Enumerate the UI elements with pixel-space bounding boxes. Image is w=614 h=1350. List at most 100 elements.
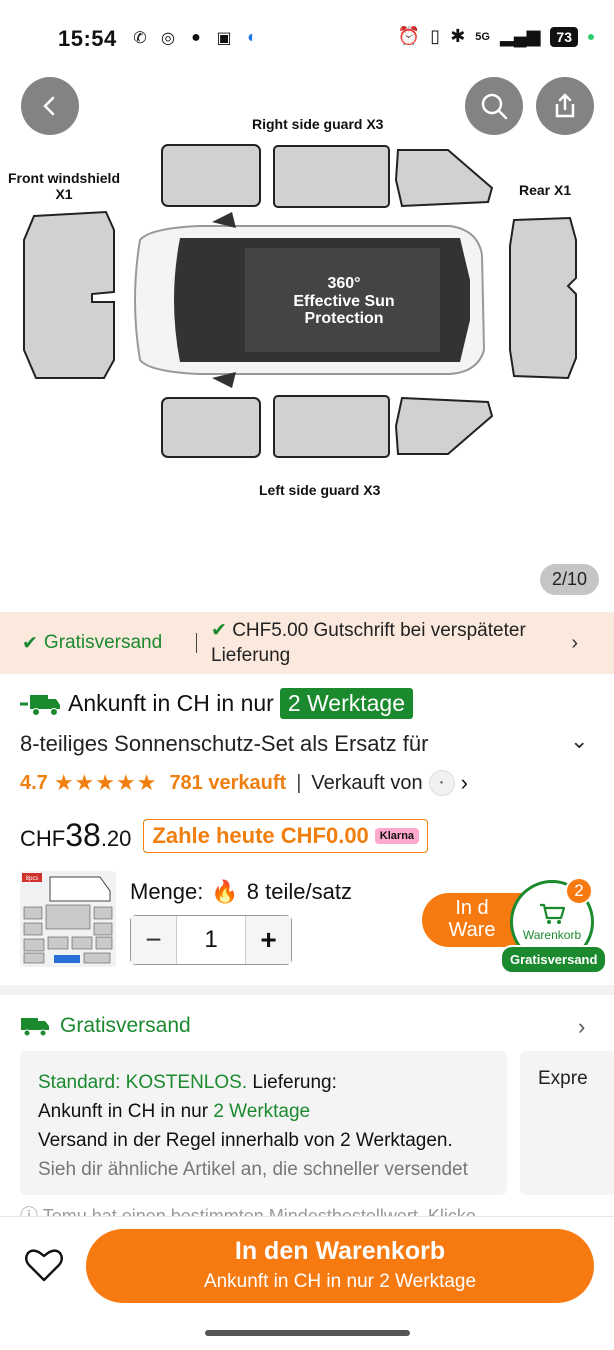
bottom-action-bar: In den Warenkorb Ankunft in CH in nur 2 … bbox=[0, 1216, 614, 1350]
product-image-carousel[interactable]: 360° Effective Sun Protection Right side… bbox=[0, 77, 614, 610]
share-icon bbox=[555, 93, 575, 118]
chevron-down-icon[interactable]: ⌄ bbox=[570, 728, 588, 754]
facebook-icon: ● bbox=[191, 29, 201, 46]
favorite-button[interactable] bbox=[24, 1247, 64, 1288]
credit-text: CHF5.00 Gutschrift bei verspäteter Liefe… bbox=[211, 620, 526, 666]
pay-today-badge[interactable]: Zahle heute CHF0.00 Klarna bbox=[143, 818, 429, 853]
battery-indicator: 73 bbox=[550, 26, 578, 47]
center-label-2: Effective Sun bbox=[293, 293, 394, 310]
similar-items-text: Sieh dir ähnliche Artikel an, die schnel… bbox=[38, 1159, 468, 1180]
price: CHF38.20 bbox=[20, 817, 131, 854]
arrival-info: Ankunft in CH in nur 2 Werktage bbox=[20, 688, 414, 719]
network-label: 5G bbox=[475, 30, 490, 43]
shipping-option-standard[interactable]: Standard: KOSTENLOS. Lieferung: Ankunft … bbox=[20, 1051, 507, 1195]
pay-today-text: Zahle heute CHF0.00 bbox=[152, 822, 369, 848]
notification-icons: ✆ ◎ ● ▣ ◐ bbox=[130, 28, 262, 48]
chevron-right-icon[interactable]: › bbox=[578, 1014, 585, 1040]
home-indicator[interactable] bbox=[205, 1330, 410, 1336]
label-front-line1: Front windshield bbox=[8, 170, 120, 186]
promo-divider bbox=[196, 633, 197, 653]
quantity-stepper[interactable]: − 1 + bbox=[130, 915, 292, 965]
back-button[interactable] bbox=[21, 77, 79, 135]
system-icons: ⏰ ▯ ✱ 5G ▂▄▆ 73 bbox=[398, 26, 594, 47]
label-right-side: Right side guard X3 bbox=[252, 116, 384, 132]
usual-shipping-text: Versand in der Regel innerhalb von 2 Wer… bbox=[38, 1130, 453, 1151]
star-rating-icon: ★★★★★ bbox=[53, 770, 158, 795]
add-to-cart-button[interactable]: In den Warenkorb Ankunft in CH in nur 2 … bbox=[86, 1229, 594, 1303]
add-inline-line2: Ware bbox=[448, 919, 496, 941]
clock: 15:54 bbox=[58, 26, 117, 51]
price-cents: .20 bbox=[100, 826, 132, 851]
promo-strip[interactable]: ✔ Gratisversand ✔ CHF5.00 Gutschrift bei… bbox=[0, 612, 614, 674]
label-front-line2: X1 bbox=[55, 186, 73, 202]
product-image: 360° Effective Sun Protection bbox=[23, 144, 577, 458]
rating-score: 4.7 bbox=[20, 771, 48, 794]
check-icon: ✔ bbox=[22, 632, 38, 654]
standard-line: Standard: KOSTENLOS. Lieferung: bbox=[38, 1068, 489, 1097]
decrease-button[interactable]: − bbox=[131, 916, 177, 964]
check-icon: ✔ bbox=[211, 620, 233, 641]
flame-icon: 🔥 bbox=[211, 879, 239, 904]
quantity-label-row: Menge: 🔥 8 teile/satz bbox=[130, 879, 352, 905]
price-main: 38 bbox=[65, 817, 101, 853]
svg-text:8pcs: 8pcs bbox=[26, 876, 39, 882]
thumbnail-image: 8pcs bbox=[20, 871, 116, 967]
image-pager: 2/10 bbox=[539, 564, 599, 595]
arrival-days: 2 Werktage bbox=[213, 1101, 311, 1122]
free-shipping-chip: Gratisversand bbox=[500, 945, 608, 974]
panel-left-3 bbox=[394, 396, 494, 455]
separator: | bbox=[296, 771, 302, 794]
arrival-text: Ankunft in CH in nur bbox=[68, 690, 274, 716]
currency: CHF bbox=[20, 826, 66, 851]
express-label: Expre bbox=[538, 1068, 588, 1089]
center-label-3: Protection bbox=[304, 310, 383, 327]
arrival-prefix: Ankunft in CH in nur bbox=[38, 1101, 209, 1122]
signal-icon: ▂▄▆ bbox=[499, 26, 541, 46]
vibrate-icon: ▯ bbox=[430, 26, 441, 46]
arrival-badge: 2 Werktage bbox=[279, 688, 414, 719]
chevron-right-icon[interactable]: › bbox=[461, 770, 468, 796]
klarna-logo: Klarna bbox=[374, 827, 420, 844]
rating-row[interactable]: 4.7 ★★★★★ 781 verkauft | Verkauft von ● … bbox=[20, 770, 468, 796]
edge-icon: ◐ bbox=[247, 29, 257, 46]
heart-icon bbox=[25, 1249, 63, 1282]
panel-right-3 bbox=[394, 149, 494, 208]
fast-truck-icon bbox=[20, 694, 60, 716]
cart-label: Warenkorb bbox=[522, 928, 582, 942]
cart-icon bbox=[540, 903, 566, 924]
add-to-cart-sublabel: Ankunft in CH in nur 2 Werktage bbox=[203, 1271, 477, 1292]
label-rear: Rear X1 bbox=[519, 182, 572, 198]
variant-thumbnail[interactable]: 8pcs bbox=[20, 871, 116, 967]
seller-logo[interactable]: ● bbox=[428, 770, 455, 796]
add-to-cart-label: In den Warenkorb bbox=[234, 1237, 446, 1265]
shipping-title: Gratisversand bbox=[60, 1014, 191, 1037]
panel-rear bbox=[509, 216, 577, 380]
search-icon bbox=[481, 93, 508, 120]
search-button[interactable] bbox=[465, 77, 523, 135]
label-left-side: Left side guard X3 bbox=[259, 482, 381, 498]
chevron-left-icon bbox=[43, 96, 55, 116]
shipping-header[interactable]: Gratisversand bbox=[20, 1014, 191, 1038]
chevron-right-icon: › bbox=[571, 632, 578, 654]
sold-by-label: Verkauft von bbox=[311, 771, 423, 794]
late-delivery-credit: ✔ CHF5.00 Gutschrift bei verspäteter Lie… bbox=[211, 618, 571, 668]
whatsapp-icon: ◎ bbox=[161, 30, 175, 47]
shipping-option-express[interactable]: Expre bbox=[520, 1051, 614, 1195]
panel-front bbox=[23, 210, 115, 379]
panel-right-1 bbox=[161, 144, 261, 207]
share-button[interactable] bbox=[536, 77, 594, 135]
product-title[interactable]: 8-teiliges Sonnenschutz-Set als Ersatz f… bbox=[20, 731, 428, 757]
panel-right-2 bbox=[273, 145, 390, 208]
quantity-value[interactable]: 1 bbox=[177, 926, 245, 954]
pdf-icon: ▣ bbox=[216, 30, 232, 47]
alarm-icon: ⏰ bbox=[397, 26, 421, 46]
quantity-label: Menge: bbox=[130, 879, 204, 904]
panel-left-1 bbox=[161, 397, 261, 458]
status-bar: 15:54 ✆ ◎ ● ▣ ◐ ⏰ ▯ ✱ 5G ▂▄▆ 73 bbox=[0, 0, 614, 80]
center-label-1: 360° bbox=[327, 275, 360, 292]
increase-button[interactable]: + bbox=[245, 916, 291, 964]
delivery-word: Lieferung: bbox=[252, 1072, 337, 1093]
quantity-unit: 8 teile/satz bbox=[246, 879, 352, 904]
label-front-windshield: Front windshield X1 bbox=[4, 170, 124, 202]
price-row: CHF38.20 Zahle heute CHF0.00 Klarna bbox=[20, 817, 429, 854]
